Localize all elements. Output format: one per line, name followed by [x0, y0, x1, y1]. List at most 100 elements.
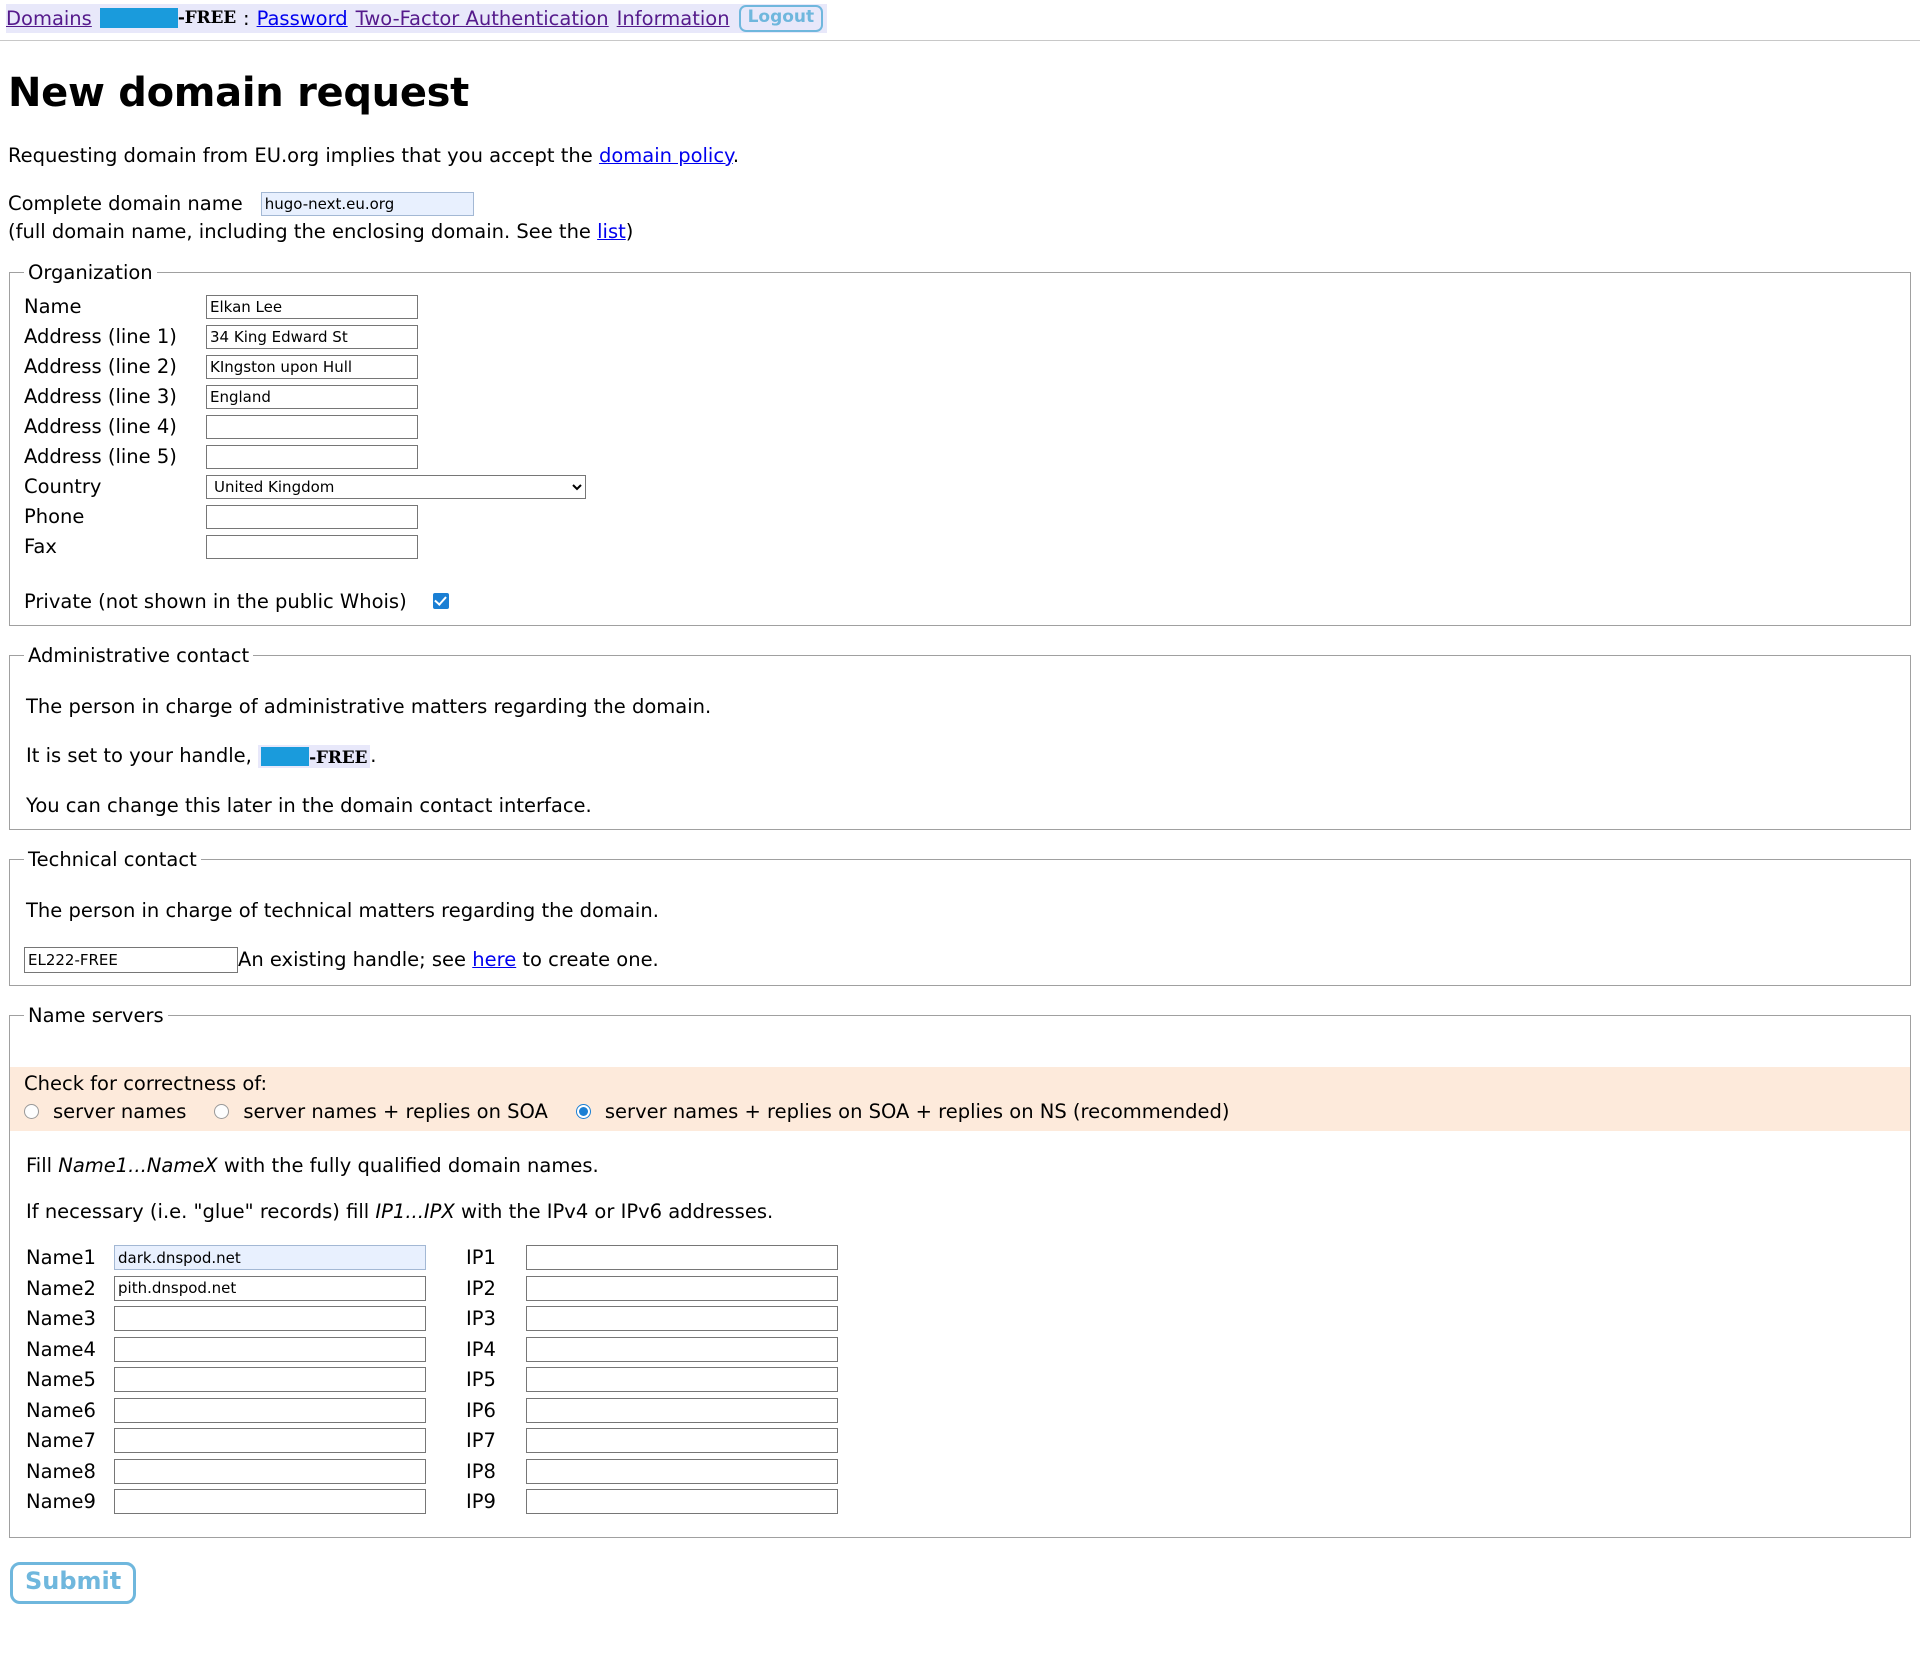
org-cell-address3 — [206, 382, 586, 412]
ns-cell-6 — [114, 1397, 426, 1428]
redacted-handle-box — [99, 8, 178, 29]
table-row: Name5 IP5 — [26, 1367, 838, 1398]
submit-button[interactable]: Submit — [10, 1562, 137, 1604]
ip-input-1[interactable] — [526, 1245, 838, 1271]
org-label-address1: Address (line 1) — [24, 325, 177, 349]
organization-fields-table: Name Address (line 1) Address (line 2) A… — [24, 292, 586, 562]
country-select[interactable]: United Kingdom — [206, 475, 586, 500]
organization-fieldset: Organization Name Address (line 1) Addre… — [9, 260, 1911, 626]
table-row: Name4 IP4 — [26, 1336, 838, 1367]
technical-note-after: to create one. — [516, 948, 659, 972]
org-label-address4: Address (line 4) — [24, 415, 177, 439]
table-row: Name1 IP1 — [26, 1245, 838, 1276]
radio-server-names[interactable] — [24, 1103, 39, 1119]
table-row: Name6 IP6 — [26, 1397, 838, 1428]
name-note-emphasis: Name1...NameX — [58, 1153, 218, 1177]
ip-input-4[interactable] — [526, 1336, 838, 1362]
ns-input-8[interactable] — [114, 1458, 426, 1484]
ns-cell-4 — [114, 1336, 426, 1367]
ns-label-1: Name1 — [26, 1246, 96, 1270]
org-input-address2[interactable] — [206, 355, 418, 380]
ip-input-2[interactable] — [526, 1275, 838, 1301]
ns-cell-7 — [114, 1428, 426, 1459]
ip-input-3[interactable] — [526, 1306, 838, 1332]
domain-policy-link[interactable]: domain policy — [599, 144, 733, 167]
ns-input-2[interactable] — [114, 1275, 426, 1301]
ip-note-part-3: with the IPv4 or IPv6 addresses. — [454, 1199, 774, 1223]
ns-input-1[interactable] — [114, 1245, 426, 1271]
ns-input-3[interactable] — [114, 1306, 426, 1332]
org-label-phone: Phone — [24, 505, 85, 529]
admin-contact-change-note: You can change this later in the domain … — [26, 793, 592, 817]
nav-link-password[interactable]: Password — [257, 7, 348, 30]
ns-label-8: Name8 — [26, 1459, 96, 1483]
private-whois-checkbox[interactable] — [432, 593, 449, 610]
org-cell-address2 — [206, 352, 586, 382]
org-input-address5[interactable] — [206, 445, 418, 470]
technical-contact-fieldset: Technical contact The person in charge o… — [9, 847, 1911, 986]
nav-separator: : — [243, 6, 250, 30]
org-input-fax[interactable] — [206, 535, 418, 560]
domain-name-note: (full domain name, including the enclosi… — [8, 220, 1920, 243]
org-cell-name — [206, 292, 586, 322]
name-note-part-3: with the fully qualified domain names. — [217, 1153, 599, 1177]
technical-contact-description: The person in charge of technical matter… — [26, 898, 659, 922]
ip-label-2: IP2 — [466, 1276, 496, 1300]
ns-input-4[interactable] — [114, 1336, 426, 1362]
complete-domain-name-row: Complete domain name — [8, 191, 1920, 216]
ip-label-7: IP7 — [466, 1429, 496, 1453]
ip-input-6[interactable] — [526, 1397, 838, 1423]
ip-label-9: IP9 — [466, 1490, 496, 1514]
private-whois-label: Private (not shown in the public Whois) — [24, 589, 407, 613]
nav-link-domains[interactable]: Domains — [6, 7, 92, 30]
ns-cell-2 — [114, 1275, 426, 1306]
ns-input-9[interactable] — [114, 1489, 426, 1515]
org-row-fax: Fax — [24, 532, 586, 562]
ns-label-7: Name7 — [26, 1429, 96, 1453]
admin-handle-text-after: . — [370, 743, 377, 767]
ip-label-8: IP8 — [466, 1459, 496, 1483]
ns-input-6[interactable] — [114, 1397, 426, 1423]
technical-note-before: An existing handle; see — [238, 948, 473, 972]
org-row-country: Country United Kingdom — [24, 472, 586, 502]
radio-server-names-soa[interactable] — [214, 1103, 230, 1119]
table-row: Name2 IP2 — [26, 1275, 838, 1306]
ip-label-6: IP6 — [466, 1398, 496, 1422]
org-input-address1[interactable] — [206, 325, 418, 350]
ip-fill-note: If necessary (i.e. "glue" records) fill … — [26, 1200, 1900, 1223]
org-input-address4[interactable] — [206, 415, 418, 440]
radio-label-server-names-soa-ns[interactable]: server names + replies on SOA + replies … — [605, 1100, 1230, 1123]
table-row: Name9 IP9 — [26, 1489, 838, 1520]
org-input-address3[interactable] — [206, 385, 418, 410]
radio-label-server-names[interactable]: server names — [53, 1100, 186, 1123]
org-label-country: Country — [24, 475, 102, 499]
check-correctness-options: server names server names + replies on S… — [24, 1100, 1910, 1123]
org-row-address3: Address (line 3) — [24, 382, 586, 412]
ip-input-5[interactable] — [526, 1367, 838, 1393]
org-input-phone[interactable] — [206, 505, 418, 530]
ip-cell-2 — [526, 1275, 838, 1306]
create-handle-link[interactable]: here — [472, 948, 516, 971]
ns-label-2: Name2 — [26, 1276, 96, 1300]
domain-list-link[interactable]: list — [597, 220, 626, 243]
name-servers-legend: Name servers — [28, 1003, 164, 1027]
org-label-address2: Address (line 2) — [24, 355, 177, 379]
complete-domain-name-input[interactable] — [260, 191, 474, 216]
nav-handle-suffix: -FREE — [177, 8, 236, 29]
org-input-name[interactable] — [206, 295, 418, 320]
ns-input-7[interactable] — [114, 1428, 426, 1454]
logout-button[interactable]: Logout — [738, 5, 824, 32]
intro-paragraph: Requesting domain from EU.org implies th… — [8, 144, 1920, 167]
radio-server-names-soa-ns[interactable] — [575, 1103, 591, 1119]
radio-label-server-names-soa[interactable]: server names + replies on SOA — [243, 1100, 548, 1123]
org-row-name: Name — [24, 292, 586, 322]
ip-label-3: IP3 — [466, 1307, 496, 1331]
nav-link-information[interactable]: Information — [617, 7, 730, 30]
ip-input-8[interactable] — [526, 1458, 838, 1484]
intro-text-after: . — [732, 143, 740, 167]
technical-contact-handle-input[interactable] — [24, 946, 238, 973]
ip-input-7[interactable] — [526, 1428, 838, 1454]
ns-input-5[interactable] — [114, 1367, 426, 1393]
ip-input-9[interactable] — [526, 1489, 838, 1515]
nav-link-two-factor-authentication[interactable]: Two-Factor Authentication — [356, 7, 609, 30]
